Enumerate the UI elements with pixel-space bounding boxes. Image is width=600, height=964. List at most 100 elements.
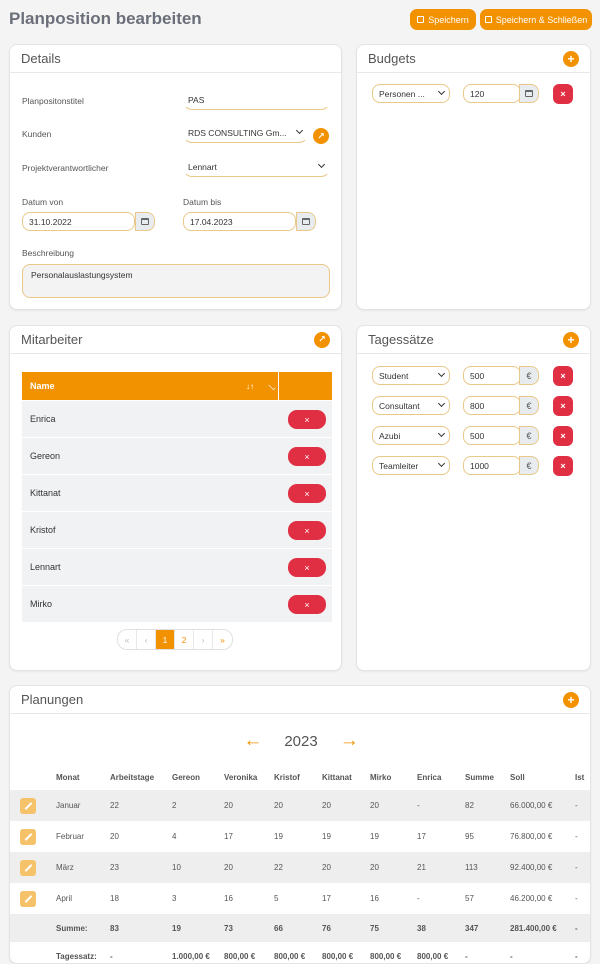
- cell: -: [575, 951, 578, 961]
- column-name-header[interactable]: Name: [22, 381, 246, 391]
- pager-next-button[interactable]: ›: [194, 630, 213, 649]
- tagessatz-value-input[interactable]: 1000: [463, 456, 521, 475]
- budget-type-select[interactable]: Personen ...: [372, 84, 450, 103]
- budget-delete-button[interactable]: ×: [553, 84, 573, 104]
- cell: 281.400,00 €: [506, 914, 571, 942]
- cell: 800,00 €: [322, 951, 354, 961]
- close-icon: ×: [560, 371, 566, 381]
- tagessatz-delete-button[interactable]: ×: [553, 396, 573, 416]
- kunden-edit-button[interactable]: ↗: [313, 128, 329, 144]
- mitarbeiter-edit-button[interactable]: ↗: [314, 331, 330, 348]
- tagessatz-value: 800: [470, 400, 485, 411]
- mitarbeiter-header: Mitarbeiter ↗: [10, 326, 341, 354]
- employee-delete-button[interactable]: ×: [288, 558, 326, 577]
- datum-von-label: Datum von: [22, 197, 64, 207]
- mitarbeiter-card: Mitarbeiter ↗ Name ↓↑ Enrica × Gereon × …: [9, 325, 342, 671]
- budget-calendar-button[interactable]: [519, 84, 539, 103]
- details-header: Details: [10, 45, 341, 73]
- cell: 800,00 €: [274, 951, 306, 961]
- tagessatz-role-select[interactable]: Student: [372, 366, 450, 385]
- arrow-left-icon[interactable]: ←: [243, 730, 262, 752]
- plus-icon: +: [567, 692, 575, 707]
- projekt-select[interactable]: Lennart: [183, 158, 330, 177]
- table-row: Mirko ×: [22, 586, 332, 623]
- employee-name: Lennart: [30, 562, 61, 572]
- cell: Februar: [56, 832, 85, 841]
- cell: 16: [370, 894, 379, 903]
- pagination: « ‹ 1 2 › »: [117, 629, 233, 650]
- pager-last-button[interactable]: »: [213, 630, 232, 649]
- table-row: Enrica ×: [22, 401, 332, 438]
- tagessatz-role-select[interactable]: Teamleiter: [372, 456, 450, 475]
- add-tagessatz-button[interactable]: +: [563, 331, 579, 348]
- tagessatz-value-input[interactable]: 500: [463, 426, 521, 445]
- arrow-right-icon[interactable]: →: [340, 730, 359, 752]
- pager-prev-button[interactable]: ‹: [137, 630, 156, 649]
- edit-row-button[interactable]: [20, 828, 36, 845]
- sort-icon[interactable]: ↓↑: [246, 382, 266, 391]
- employee-name: Mirko: [30, 599, 52, 609]
- plus-icon: +: [567, 332, 575, 347]
- employee-delete-button[interactable]: ×: [288, 521, 326, 540]
- close-icon: ×: [304, 488, 310, 499]
- beschreibung-textarea[interactable]: Personalauslastungsystem: [22, 264, 330, 298]
- datum-bis-input[interactable]: 17.04.2023: [183, 212, 296, 231]
- kunden-select[interactable]: RDS CONSULTING Gm...: [183, 124, 308, 143]
- details-title: Details: [21, 51, 61, 66]
- chevron-down-icon: [437, 459, 446, 468]
- tagessatz-value-input[interactable]: 800: [463, 396, 521, 415]
- cell: 5: [274, 894, 279, 903]
- chevron-down-icon[interactable]: [268, 382, 276, 390]
- add-budget-button[interactable]: +: [563, 50, 579, 67]
- close-icon: ×: [304, 414, 310, 425]
- year-navigation: ← 2023 →: [10, 730, 590, 752]
- tagessatz-delete-button[interactable]: ×: [553, 456, 573, 476]
- cell: 20: [220, 852, 270, 883]
- employee-delete-button[interactable]: ×: [288, 410, 326, 429]
- add-planung-button[interactable]: +: [563, 691, 579, 708]
- mitarbeiter-table-header: Name ↓↑: [22, 372, 332, 400]
- employee-delete-button[interactable]: ×: [288, 595, 326, 614]
- datum-von-calendar-button[interactable]: [135, 212, 155, 231]
- tagessatz-role: Teamleiter: [379, 460, 419, 471]
- cell: Januar: [52, 790, 106, 821]
- table-row: Gereon ×: [22, 438, 332, 475]
- cell: [10, 942, 52, 963]
- tagessatz-delete-button[interactable]: ×: [553, 426, 573, 446]
- tagessatz-role: Azubi: [379, 430, 401, 441]
- cell: 38: [413, 914, 461, 942]
- projekt-label: Projektverantwortlicher: [22, 163, 109, 173]
- save-icon: [417, 16, 425, 23]
- details-card: Details Planpositonstitel PAS Kunden RDS…: [9, 44, 342, 310]
- tagessatz-value-input[interactable]: 500: [463, 366, 521, 385]
- cell: April: [56, 894, 73, 903]
- euro-icon: €: [519, 426, 539, 445]
- save-button[interactable]: Speichern: [410, 9, 476, 30]
- pager-first-button[interactable]: «: [118, 630, 137, 649]
- cell: -: [571, 914, 590, 942]
- planposition-input[interactable]: PAS: [183, 91, 330, 110]
- close-icon: ×: [560, 461, 566, 471]
- datum-bis-calendar-button[interactable]: [296, 212, 316, 231]
- pager-page-1[interactable]: 1: [156, 630, 175, 649]
- table-row: Kristof ×: [22, 512, 332, 549]
- employee-delete-button[interactable]: ×: [288, 447, 326, 466]
- close-icon: ×: [304, 525, 310, 536]
- sum-row: Summe: 83 19 73 66 76 75 38 347 281.400,…: [10, 914, 590, 942]
- edit-row-button[interactable]: [20, 859, 36, 876]
- tagessatz-role-select[interactable]: Azubi: [372, 426, 450, 445]
- tagessatz-role-select[interactable]: Consultant: [372, 396, 450, 415]
- employee-delete-button[interactable]: ×: [288, 484, 326, 503]
- pager-page-2[interactable]: 2: [175, 630, 194, 649]
- column-header: Veronika: [224, 772, 258, 782]
- cell: -: [465, 951, 468, 961]
- save-close-button[interactable]: Speichern & Schließen: [480, 9, 592, 30]
- close-icon: ×: [304, 451, 310, 462]
- edit-row-button[interactable]: [20, 890, 36, 907]
- cell: 76.800,00 €: [510, 832, 553, 841]
- tagessatz-delete-button[interactable]: ×: [553, 366, 573, 386]
- datum-von-input[interactable]: 31.10.2022: [22, 212, 135, 231]
- kunden-label: Kunden: [22, 129, 52, 139]
- edit-row-button[interactable]: [20, 797, 36, 814]
- budget-value-input[interactable]: 120: [463, 84, 521, 103]
